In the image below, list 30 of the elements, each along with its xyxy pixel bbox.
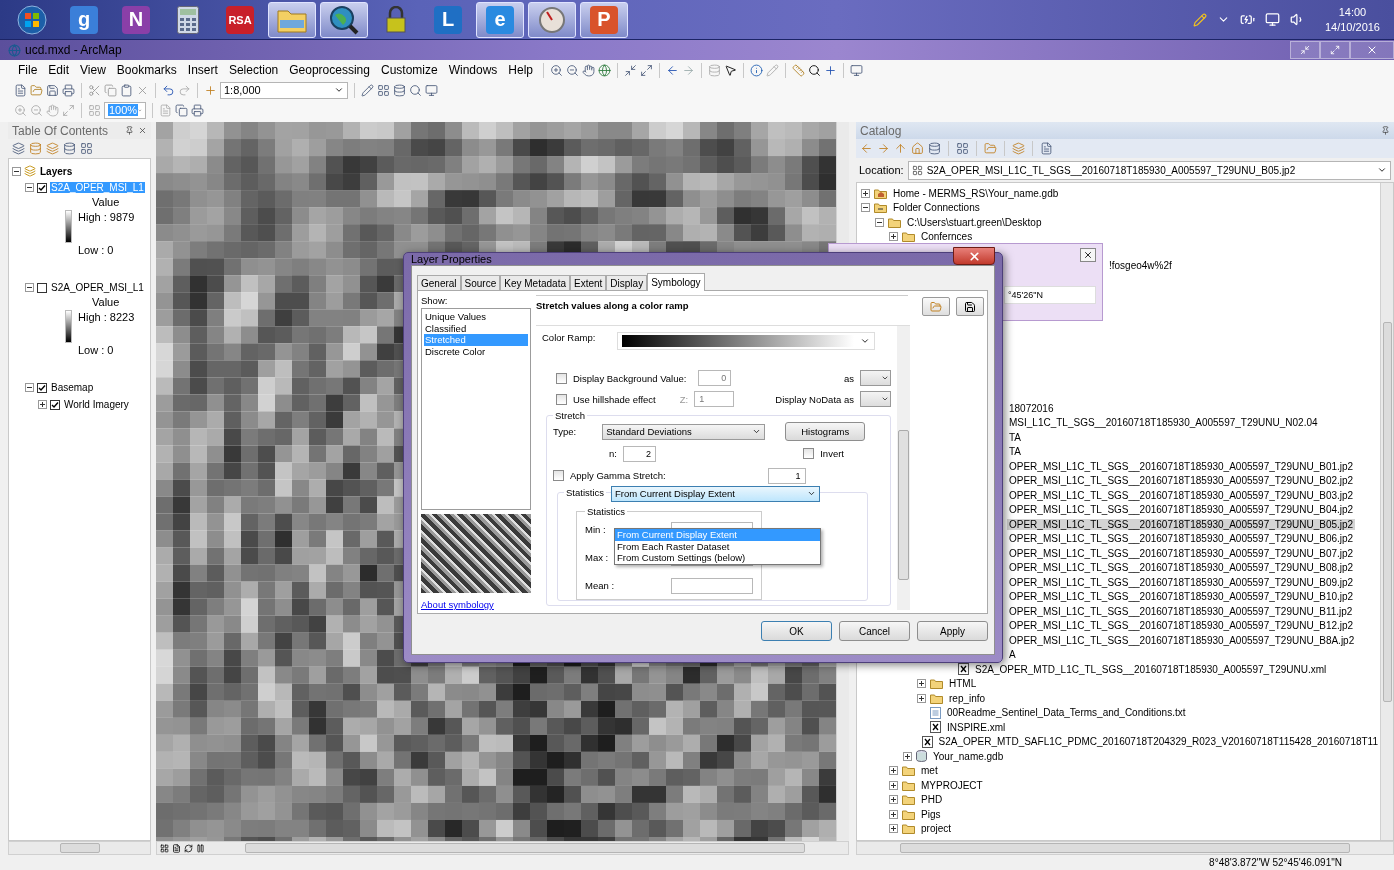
legend-field: Value — [78, 296, 135, 311]
group-title: Stretch — [554, 410, 587, 421]
location-label: Location: — [859, 164, 904, 176]
option-label: Mean : — [585, 580, 615, 592]
legend-low: Low : 0 — [78, 344, 115, 358]
option-label: Display Background Value: — [573, 372, 687, 384]
legend-field: Value — [78, 196, 135, 211]
option-label: Min : — [585, 524, 606, 536]
group-title: Statistics — [586, 506, 626, 517]
option-label: Max : — [585, 552, 609, 564]
option-label: Z: — [679, 393, 689, 405]
group-title: Statistics — [565, 487, 605, 498]
legend-high: High : 8223 — [78, 311, 135, 325]
show-label: Show: — [421, 295, 449, 306]
option-label: Apply Gamma Stretch: — [570, 470, 666, 482]
option-label: as — [843, 372, 854, 384]
option-label: n: — [609, 448, 617, 460]
dialog-title: Layer Properties — [411, 253, 492, 265]
option-label: Use hillshade effect — [573, 393, 656, 405]
window-title: ucd.mxd - ArcMap — [25, 43, 122, 57]
coordinates-readout: 8°48'3.872"W 52°45'46.091"N — [1209, 857, 1342, 868]
option-label: Type: — [553, 426, 577, 438]
option-label: Display NoData as — [775, 393, 854, 405]
legend-low: Low : 0 — [78, 244, 115, 258]
panel-title: Table Of Contents — [12, 123, 109, 138]
panel-title: Catalog — [860, 123, 902, 138]
renderer-heading: Stretch values along a color ramp — [536, 295, 908, 311]
option-label: Invert — [820, 448, 844, 460]
legend-high: High : 9879 — [78, 211, 135, 225]
color-ramp-label: Color Ramp: — [542, 332, 596, 343]
